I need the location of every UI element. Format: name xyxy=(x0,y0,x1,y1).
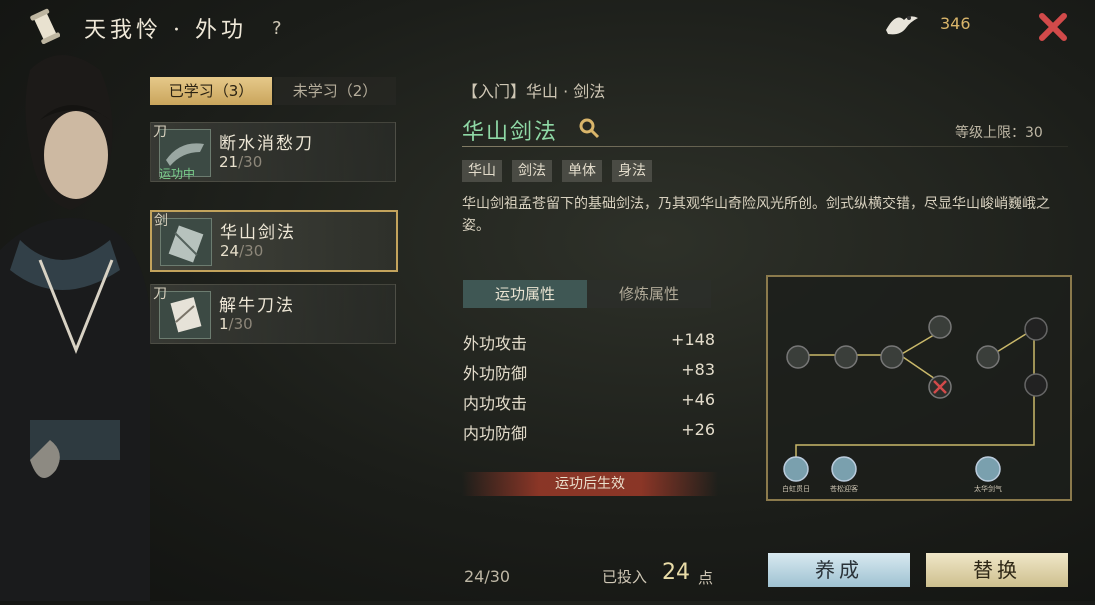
skill-name: 解牛刀法 xyxy=(219,296,295,316)
weapon-tag: 刀 xyxy=(153,286,167,302)
skill-item-huashan[interactable]: 剑 华山剑法 24/30 xyxy=(150,210,398,272)
ultimate-label: 白虹贯日 xyxy=(782,484,810,493)
invested-value: 24 xyxy=(662,560,690,585)
stat-row: 外功攻击 +148 xyxy=(463,330,715,353)
tab-train-attributes[interactable]: 修炼属性 xyxy=(587,280,711,308)
tag-chip: 单体 xyxy=(562,160,602,182)
skill-name: 断水消愁刀 xyxy=(219,134,314,154)
skill-points: 24/30 xyxy=(464,567,511,586)
ultimate-node[interactable] xyxy=(975,456,1001,482)
skill-node[interactable] xyxy=(834,345,858,369)
skill-level: 1/30 xyxy=(219,315,253,333)
active-status: 运功中 xyxy=(159,167,196,181)
skill-node[interactable] xyxy=(786,345,810,369)
stat-row: 内功攻击 +46 xyxy=(463,390,715,413)
tab-unlearned[interactable]: 未学习（2） xyxy=(274,77,396,105)
replace-button[interactable]: 替换 xyxy=(926,553,1068,587)
invested-unit: 点 xyxy=(698,569,714,587)
character-portrait xyxy=(0,50,150,601)
skill-node-locked[interactable] xyxy=(928,375,952,399)
tag-chip: 身法 xyxy=(612,160,652,182)
skill-title: 华山剑法 xyxy=(462,120,559,145)
ultimate-node[interactable] xyxy=(831,456,857,482)
help-button[interactable]: ? xyxy=(272,18,282,39)
divider xyxy=(462,146,1068,147)
effect-note: 运功后生效 xyxy=(462,472,718,496)
scroll-icon xyxy=(30,8,61,45)
weapon-tag: 剑 xyxy=(154,213,168,229)
tab-active-attributes[interactable]: 运功属性 xyxy=(463,280,587,308)
tab-learned[interactable]: 已学习（3） xyxy=(150,77,272,105)
invested-label: 已投入 xyxy=(602,568,648,586)
ultimate-label: 苍松迎客 xyxy=(830,484,858,493)
skill-name: 华山剑法 xyxy=(220,223,296,243)
skill-node[interactable] xyxy=(880,345,904,369)
skill-node[interactable] xyxy=(928,315,952,339)
cultivate-button[interactable]: 养成 xyxy=(768,553,910,587)
skill-tree: 白虹贯日 苍松迎客 太华剑气 xyxy=(766,275,1072,501)
close-icon xyxy=(1039,13,1067,41)
stat-row: 外功防御 +83 xyxy=(463,360,715,383)
ultimate-node[interactable] xyxy=(783,456,809,482)
skill-level: 24/30 xyxy=(220,242,264,260)
skill-node[interactable] xyxy=(976,345,1000,369)
stat-row: 内功防御 +26 xyxy=(463,420,715,443)
skill-node[interactable] xyxy=(1024,373,1048,397)
skill-node[interactable] xyxy=(1024,317,1048,341)
close-button[interactable] xyxy=(1036,10,1070,44)
skill-level: 21/30 xyxy=(219,153,263,171)
search-icon[interactable] xyxy=(578,117,600,139)
skill-item-jieniu[interactable]: 刀 解牛刀法 1/30 xyxy=(150,284,396,344)
weapon-tag: 刀 xyxy=(153,124,167,140)
level-cap: 等级上限：30 xyxy=(955,125,1043,141)
tag-chip: 华山 xyxy=(462,160,502,182)
tag-chip: 剑法 xyxy=(512,160,552,182)
page-title: 天我怜 · 外功 xyxy=(84,18,247,43)
skill-description: 华山剑祖孟苍留下的基础剑法，乃其观华山奇险风光所创。剑式纵横交错，尽显华山峻峭巍… xyxy=(462,196,1050,234)
breadcrumb: 【入门】华山 · 剑法 xyxy=(462,82,606,101)
skill-item-duanshui[interactable]: 刀 断水消愁刀 21/30 运功中 xyxy=(150,122,396,182)
ultimate-label: 太华剑气 xyxy=(974,484,1002,493)
currency-amount: 346 xyxy=(940,14,971,33)
crane-currency-icon xyxy=(882,8,922,40)
